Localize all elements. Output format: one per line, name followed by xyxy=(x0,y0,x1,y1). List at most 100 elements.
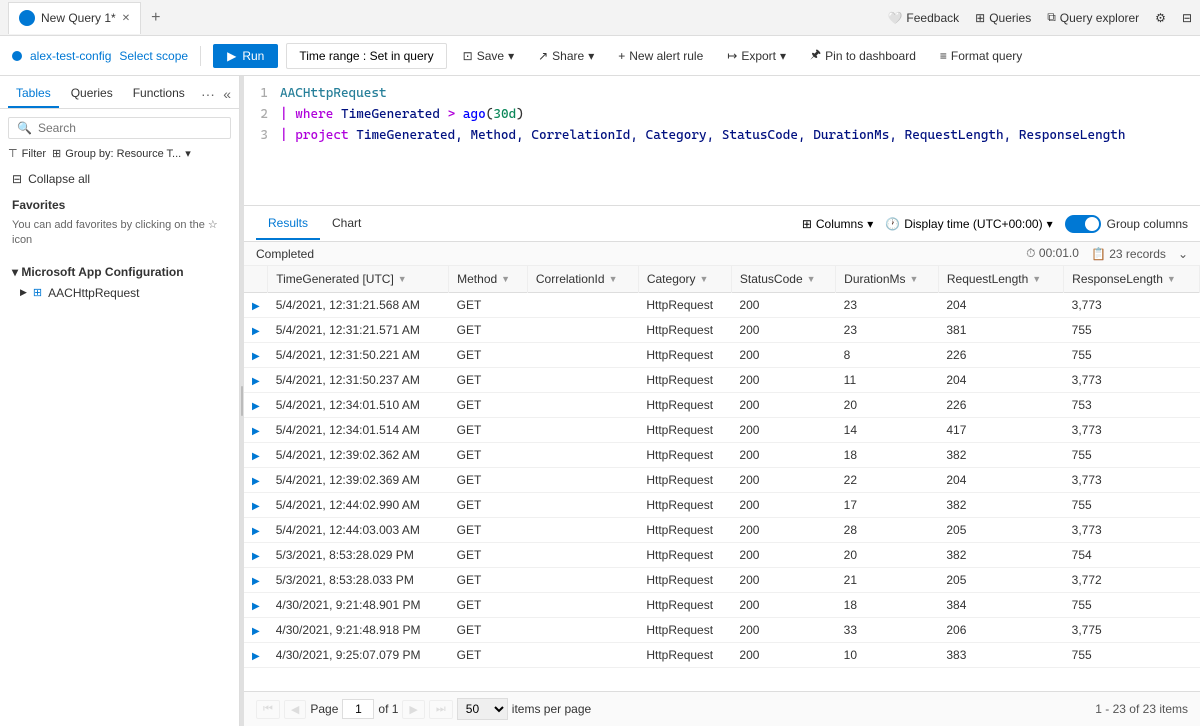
section-title[interactable]: ▾ Microsoft App Configuration xyxy=(0,257,239,283)
tab-functions[interactable]: Functions xyxy=(125,80,193,108)
results-tab-chart[interactable]: Chart xyxy=(320,208,373,240)
tab-queries[interactable]: Queries xyxy=(63,80,121,108)
table-cell xyxy=(527,443,638,468)
table-cell: GET xyxy=(449,443,528,468)
row-expand-icon[interactable]: ▶ xyxy=(252,501,260,512)
query-editor[interactable]: 1 AACHttpRequest 2 | where TimeGenerated… xyxy=(244,76,1200,206)
table-cell: 200 xyxy=(731,393,835,418)
table-cell: GET xyxy=(449,518,528,543)
table-cell: 382 xyxy=(938,443,1063,468)
tree-item-aachttprequest[interactable]: ▶ ⊞ AACHttpRequest xyxy=(0,283,239,303)
save-button[interactable]: ⊡ Save ▾ xyxy=(455,44,522,68)
format-query-button[interactable]: ≡ Format query xyxy=(932,44,1030,68)
table-cell: 5/4/2021, 12:44:03.003 AM xyxy=(268,518,449,543)
items-per-page-select[interactable]: 50 100 200 xyxy=(457,698,508,720)
export-icon: ↦ xyxy=(727,49,737,63)
search-input-wrap[interactable]: 🔍 xyxy=(8,117,231,139)
row-expand-icon[interactable]: ▶ xyxy=(252,626,260,637)
row-expand-icon[interactable]: ▶ xyxy=(252,376,260,387)
row-expand-icon[interactable]: ▶ xyxy=(252,401,260,412)
time-taken: ⏱ 00:01.0 xyxy=(1026,246,1079,261)
table-cell: 204 xyxy=(938,468,1063,493)
table-cell: 3,773 xyxy=(1064,468,1200,493)
table-cell: 755 xyxy=(1064,593,1200,618)
table-row: ▶5/4/2021, 12:39:02.369 AMGETHttpRequest… xyxy=(244,468,1200,493)
sidebar-more-button[interactable]: ··· xyxy=(201,86,215,102)
timegen-filter-icon[interactable]: ▼ xyxy=(398,274,407,284)
last-page-button[interactable]: ⏭ xyxy=(429,700,453,719)
table-cell: 5/4/2021, 12:34:01.510 AM xyxy=(268,393,449,418)
table-cell: HttpRequest xyxy=(638,518,731,543)
durationms-filter-icon[interactable]: ▼ xyxy=(910,274,919,284)
group-columns-toggle[interactable] xyxy=(1065,215,1101,233)
table-cell: HttpRequest xyxy=(638,393,731,418)
table-cell: HttpRequest xyxy=(638,343,731,368)
config-name[interactable]: alex-test-config xyxy=(30,49,111,63)
run-button[interactable]: ▶ Run xyxy=(213,44,278,68)
add-tab-button[interactable]: + xyxy=(145,9,166,27)
filter-button[interactable]: ⊤ Filter xyxy=(8,147,46,160)
table-cell xyxy=(527,543,638,568)
table-cell xyxy=(527,418,638,443)
table-cell: HttpRequest xyxy=(638,318,731,343)
select-scope-button[interactable]: Select scope xyxy=(119,49,188,63)
display-time-button[interactable]: 🕐 Display time (UTC+00:00) ▾ xyxy=(885,217,1052,231)
columns-button[interactable]: ⊞ Columns ▾ xyxy=(802,217,873,231)
row-expand-icon[interactable]: ▶ xyxy=(252,576,260,587)
layout-button[interactable]: ⊟ xyxy=(1182,11,1192,25)
prev-page-button[interactable]: ◀ xyxy=(284,700,306,719)
share-button[interactable]: ↗ Share ▾ xyxy=(530,44,602,68)
correlid-filter-icon[interactable]: ▼ xyxy=(609,274,618,284)
results-tab-results[interactable]: Results xyxy=(256,208,320,240)
row-expand-icon[interactable]: ▶ xyxy=(252,551,260,562)
row-expand-icon[interactable]: ▶ xyxy=(252,451,260,462)
requestlen-filter-icon[interactable]: ▼ xyxy=(1032,274,1041,284)
table-cell: 200 xyxy=(731,518,835,543)
query-tab[interactable]: New Query 1* ✕ xyxy=(8,2,141,34)
method-filter-icon[interactable]: ▼ xyxy=(501,274,510,284)
table-cell: HttpRequest xyxy=(638,293,731,318)
toolbar: alex-test-config Select scope ▶ Run Time… xyxy=(0,36,1200,76)
filter-icon: ⊤ xyxy=(8,147,18,160)
group-by-button[interactable]: ⊞ Group by: Resource T... ▾ xyxy=(52,147,191,160)
search-input[interactable] xyxy=(38,121,222,135)
page-number-input[interactable] xyxy=(342,699,374,719)
category-filter-icon[interactable]: ▼ xyxy=(700,274,709,284)
new-alert-button[interactable]: + New alert rule xyxy=(610,44,711,68)
query-explorer-button[interactable]: ⧉ Query explorer xyxy=(1047,10,1139,25)
table-cell xyxy=(527,293,638,318)
settings-button[interactable]: ⚙ xyxy=(1155,11,1166,25)
col-header-correlid: CorrelationId ▼ xyxy=(527,266,638,293)
row-expand-icon[interactable]: ▶ xyxy=(252,526,260,537)
table-cell: GET xyxy=(449,393,528,418)
sidebar-collapse-icon[interactable]: « xyxy=(223,86,231,102)
table-cell: 5/4/2021, 12:39:02.362 AM xyxy=(268,443,449,468)
statuscode-filter-icon[interactable]: ▼ xyxy=(807,274,816,284)
tab-tables[interactable]: Tables xyxy=(8,80,59,108)
feedback-button[interactable]: 🤍 Feedback xyxy=(887,11,959,25)
gear-icon: ⚙ xyxy=(1155,11,1166,25)
responselen-filter-icon[interactable]: ▼ xyxy=(1167,274,1176,284)
row-expand-icon[interactable]: ▶ xyxy=(252,326,260,337)
row-expand-icon[interactable]: ▶ xyxy=(252,651,260,662)
tab-close-button[interactable]: ✕ xyxy=(122,13,130,24)
next-page-button[interactable]: ▶ xyxy=(402,700,424,719)
expand-results-icon[interactable]: ⌄ xyxy=(1178,247,1188,261)
row-expand-icon[interactable]: ▶ xyxy=(252,426,260,437)
row-expand-icon[interactable]: ▶ xyxy=(252,301,260,312)
table-cell: HttpRequest xyxy=(638,468,731,493)
first-page-button[interactable]: ⏮ xyxy=(256,700,280,719)
table-row: ▶5/4/2021, 12:39:02.362 AMGETHttpRequest… xyxy=(244,443,1200,468)
table-cell: 755 xyxy=(1064,343,1200,368)
collapse-all-button[interactable]: ⊟ Collapse all xyxy=(0,168,239,190)
pin-dashboard-button[interactable]: 🖈 Pin to dashboard xyxy=(802,40,924,71)
row-expand-icon[interactable]: ▶ xyxy=(252,351,260,362)
export-button[interactable]: ↦ Export ▾ xyxy=(719,44,794,68)
table-cell: 21 xyxy=(836,568,939,593)
queries-button[interactable]: ⊞ Queries xyxy=(975,11,1031,25)
row-expand-icon[interactable]: ▶ xyxy=(252,601,260,612)
time-range-button[interactable]: Time range : Set in query xyxy=(286,43,446,69)
row-expand-icon[interactable]: ▶ xyxy=(252,476,260,487)
table-cell: 3,772 xyxy=(1064,568,1200,593)
table-cell: 5/4/2021, 12:34:01.514 AM xyxy=(268,418,449,443)
